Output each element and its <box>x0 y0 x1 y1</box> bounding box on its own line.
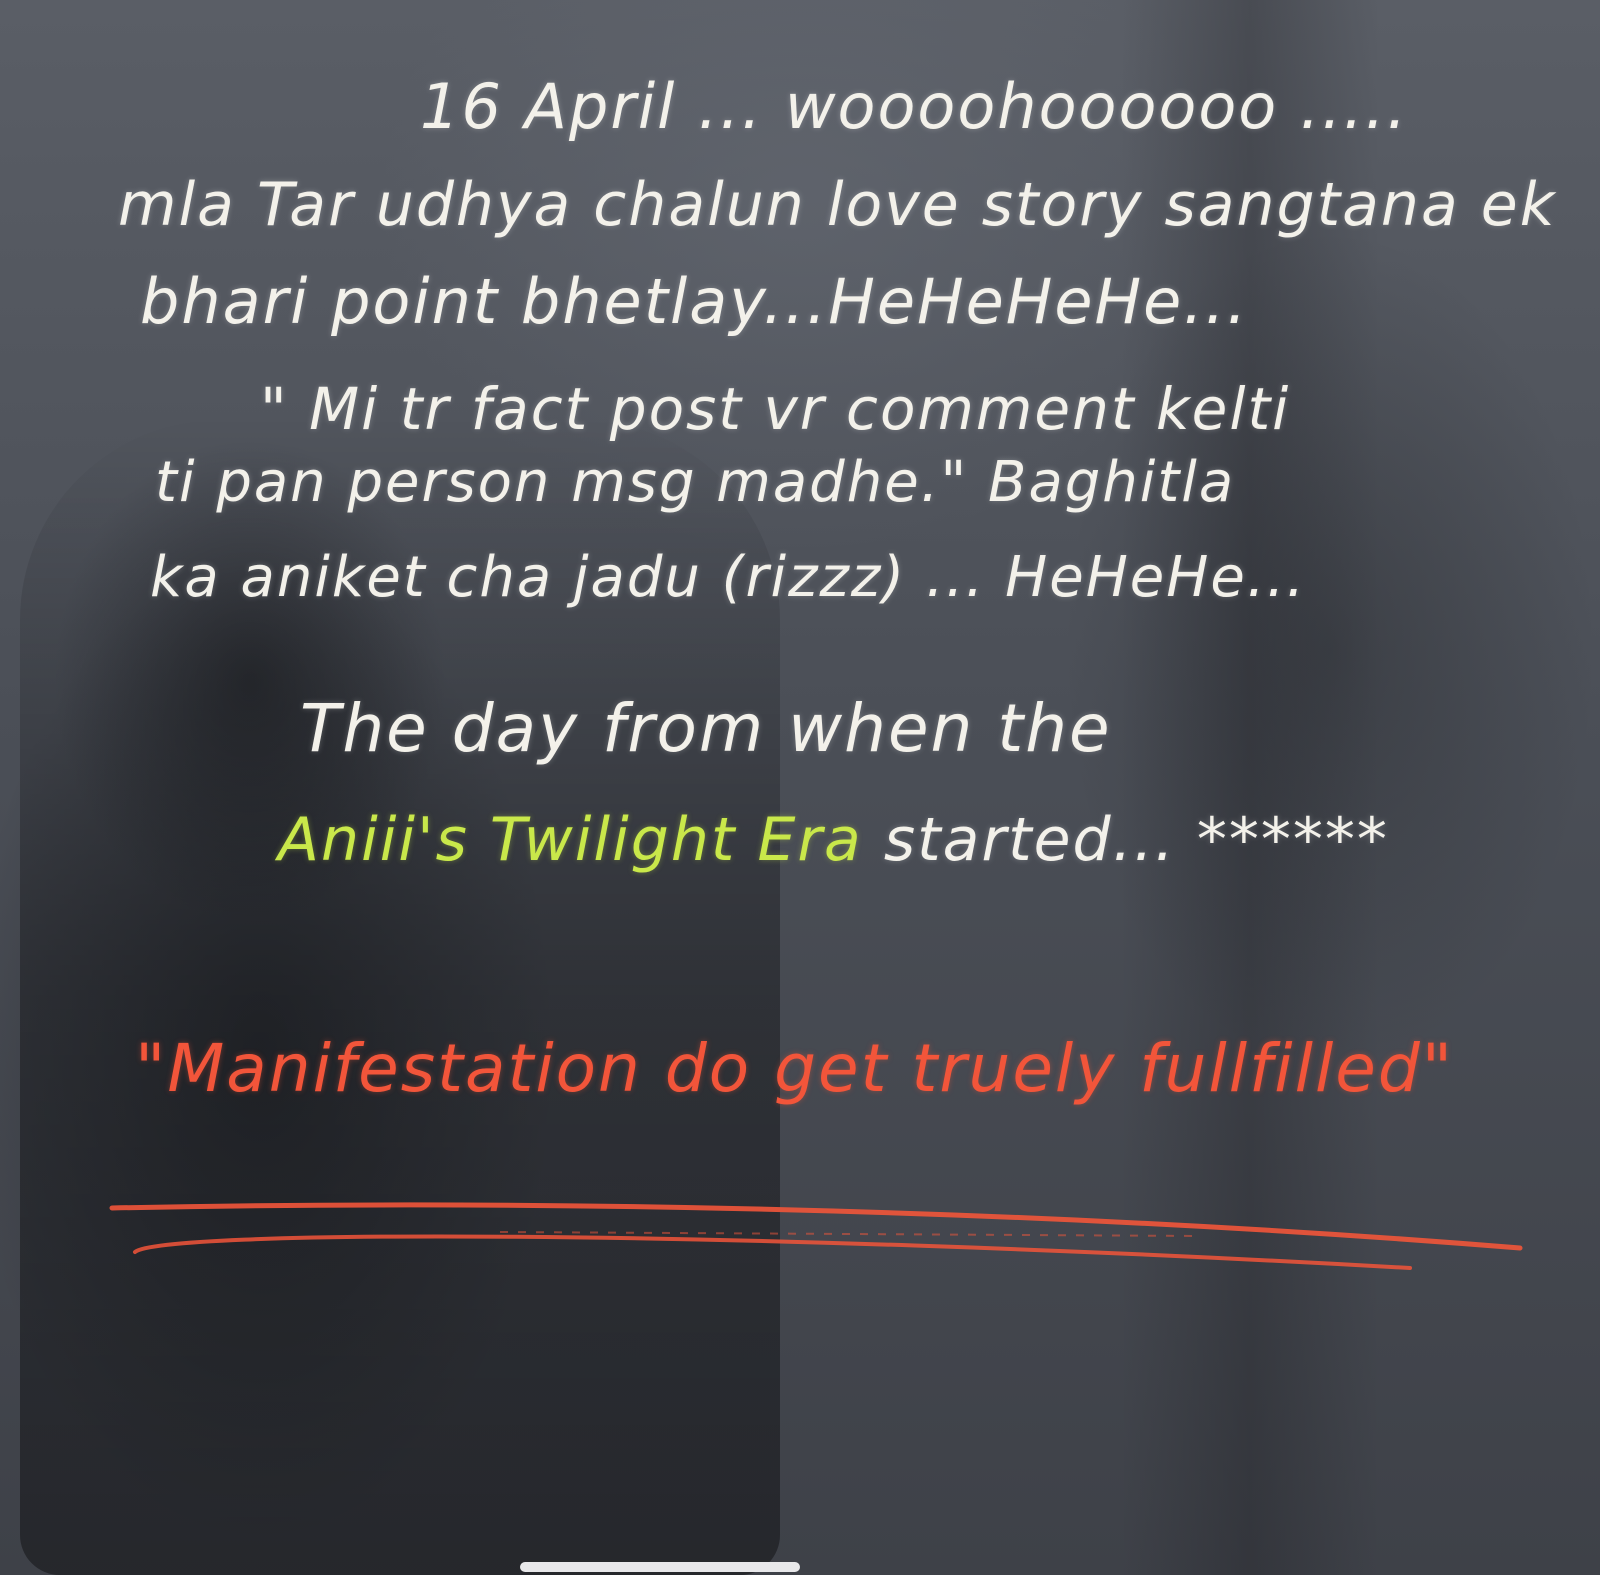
note-line-date: 16 April ... woooohoooooo ..... <box>420 70 1409 143</box>
tablet-screen: 16 April ... woooohoooooo ..... mla Tar … <box>0 0 1600 1575</box>
home-indicator-bar[interactable] <box>520 1562 800 1572</box>
note-line-8-rest: started... ****** <box>862 805 1389 875</box>
note-line-7: The day from when the <box>300 690 1112 767</box>
note-line-8: Aniii's Twilight Era started... ****** <box>278 805 1389 875</box>
note-line-2: mla Tar udhya chalun love story sangtana… <box>118 170 1557 240</box>
note-line-6: ka aniket cha jadu (rizzz) ... HeHeHe... <box>150 545 1307 610</box>
handwritten-note: 16 April ... woooohoooooo ..... mla Tar … <box>0 0 1600 1575</box>
manifestation-quote: "Manifestation do get truely fullfilled" <box>135 1030 1455 1107</box>
note-line-4: " Mi tr fact post vr comment kelti <box>260 375 1291 443</box>
note-line-5: ti pan person msg madhe." Baghitla <box>155 450 1236 515</box>
twilight-era-highlight: Aniii's Twilight Era <box>278 805 863 875</box>
note-line-3: bhari point bhetlay...HeHeHeHe... <box>140 265 1249 338</box>
